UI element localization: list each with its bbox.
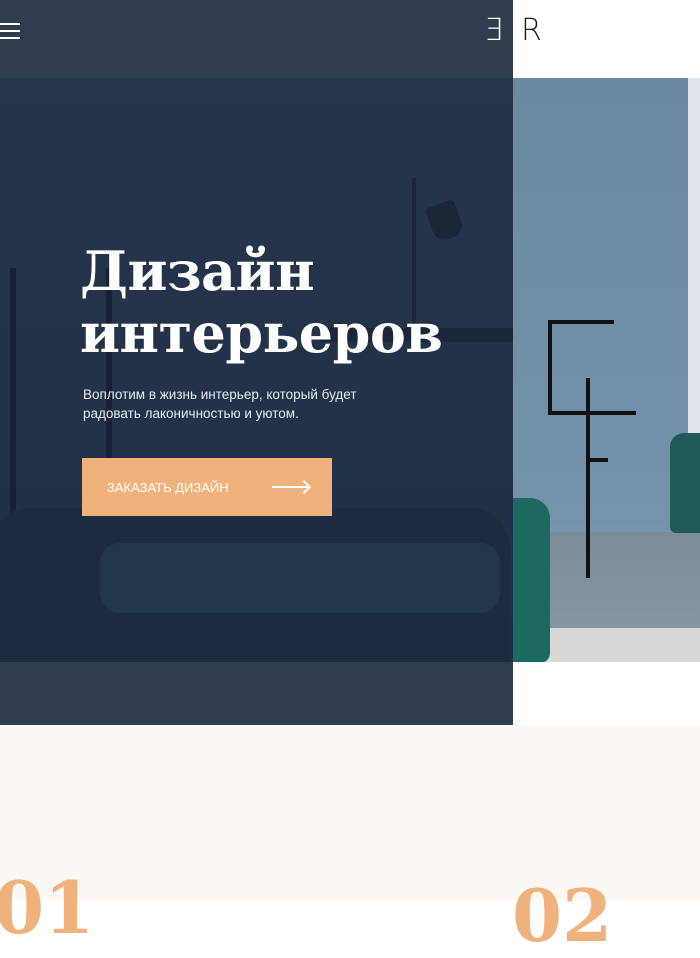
logo-mark-left[interactable]: Ǝ [484, 16, 503, 46]
order-design-label: ЗАКАЗАТЬ ДИЗАЙН [107, 479, 229, 495]
order-design-button[interactable]: ЗАКАЗАТЬ ДИЗАЙН [82, 458, 332, 516]
photo-shelf [586, 378, 590, 578]
step-number-01: 01 [0, 865, 95, 950]
photo-vase [670, 433, 700, 533]
logo-mark-right[interactable]: R [521, 16, 542, 46]
photo-shelf [548, 411, 636, 415]
arrow-right-icon [272, 486, 308, 488]
hamburger-menu-icon[interactable] [0, 20, 20, 42]
hero-overlay-panel [0, 0, 513, 749]
hero-panel-photo [0, 78, 513, 662]
menu-line [0, 37, 20, 39]
steps-section: 01 02 [0, 725, 700, 952]
photo-shelf [590, 458, 608, 462]
photo-rug [540, 628, 700, 662]
step-number-02: 02 [512, 873, 613, 958]
photo-shelf [548, 320, 614, 324]
photo-shelf [548, 320, 552, 415]
hero-subtitle: Воплотим в жизнь интерьер, который будет… [83, 387, 357, 421]
hero-title: Дизайн интерьеров [80, 239, 443, 365]
hero-title-line2: интерьеров [80, 301, 443, 365]
photo-blanket [100, 543, 500, 613]
menu-line [0, 23, 20, 25]
hero-title-line1: Дизайн [80, 239, 315, 303]
menu-line [0, 30, 20, 32]
photo-lampshade [424, 198, 466, 244]
